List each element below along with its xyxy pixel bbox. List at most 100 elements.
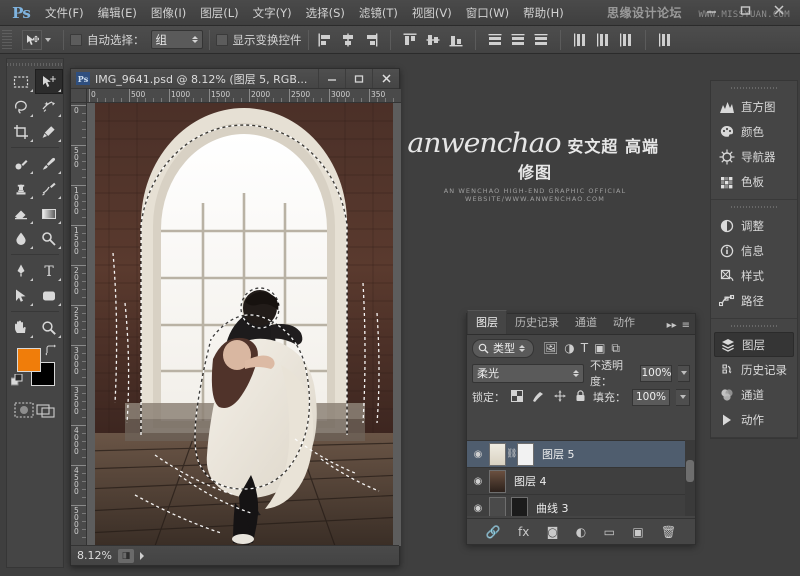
swap-colors-icon[interactable] bbox=[45, 344, 57, 359]
blur-tool[interactable] bbox=[7, 226, 35, 251]
lasso-tool[interactable] bbox=[7, 94, 35, 119]
new-layer-icon[interactable]: ▣ bbox=[632, 525, 643, 539]
menu-2[interactable]: 图像(I) bbox=[144, 1, 193, 25]
gradient-tool[interactable] bbox=[35, 201, 63, 226]
layer-thumbnail[interactable] bbox=[489, 470, 506, 493]
lock-image-icon[interactable] bbox=[532, 390, 545, 405]
adjustment-layer-icon[interactable]: ◐ bbox=[576, 525, 586, 539]
align-bottom-edges-button[interactable] bbox=[446, 30, 466, 50]
status-arrow-icon[interactable] bbox=[140, 552, 144, 560]
opacity-slider-arrow[interactable] bbox=[678, 365, 690, 382]
show-transform-checkbox[interactable] bbox=[216, 34, 228, 46]
filter-adjustment-icon[interactable]: ◑ bbox=[564, 341, 574, 355]
layer-mask-icon[interactable]: ◙ bbox=[547, 525, 559, 539]
brush-tool[interactable] bbox=[35, 151, 63, 176]
dock-group-grip[interactable] bbox=[711, 322, 797, 329]
quick-selection-tool[interactable] bbox=[35, 94, 63, 119]
zoom-level[interactable]: 8.12% bbox=[77, 549, 112, 562]
healing-brush-tool[interactable] bbox=[7, 151, 35, 176]
default-colors-icon[interactable] bbox=[11, 374, 24, 390]
distribute-right-button[interactable] bbox=[616, 30, 636, 50]
menu-8[interactable]: 窗口(W) bbox=[459, 1, 516, 25]
distribute-left-button[interactable] bbox=[570, 30, 590, 50]
dock-item-adjustments[interactable]: 调整 bbox=[711, 213, 797, 238]
opacity-value[interactable]: 100% bbox=[640, 365, 672, 382]
menu-7[interactable]: 视图(V) bbox=[405, 1, 459, 25]
distribute-bottom-button[interactable] bbox=[531, 30, 551, 50]
history-brush-tool[interactable] bbox=[35, 176, 63, 201]
tool-preset-picker[interactable] bbox=[16, 30, 57, 50]
blend-mode-dropdown[interactable]: 柔光 bbox=[472, 364, 584, 383]
dock-group-grip[interactable] bbox=[711, 203, 797, 210]
auto-select-checkbox[interactable] bbox=[70, 34, 82, 46]
layer-name[interactable]: 图层 4 bbox=[514, 473, 547, 489]
layer-visibility-icon[interactable]: ◉ bbox=[467, 449, 489, 460]
layer-row[interactable]: ◉⛓图层 5 bbox=[467, 441, 695, 468]
dock-item-navigator[interactable]: 导航器 bbox=[711, 144, 797, 169]
dock-item-color[interactable]: 颜色 bbox=[711, 119, 797, 144]
expand-panels-icon[interactable]: ▸▸ bbox=[667, 320, 677, 331]
layer-name[interactable]: 曲线 3 bbox=[536, 500, 569, 516]
layer-row[interactable]: ◉ 图层 4 bbox=[467, 468, 695, 495]
canvas-area[interactable] bbox=[87, 103, 401, 546]
hand-tool[interactable] bbox=[7, 315, 35, 340]
align-left-edges-button[interactable] bbox=[315, 30, 335, 50]
menu-1[interactable]: 编辑(E) bbox=[91, 1, 144, 25]
auto-align-layers-button[interactable] bbox=[655, 30, 675, 50]
layers-tab-2[interactable]: 通道 bbox=[567, 311, 605, 334]
dock-item-info[interactable]: 信息 bbox=[711, 238, 797, 263]
options-bar-grip[interactable] bbox=[2, 30, 12, 50]
eyedropper-tool[interactable] bbox=[35, 119, 63, 144]
tool-preset-caret[interactable] bbox=[45, 38, 51, 42]
lock-transparency-icon[interactable] bbox=[511, 390, 523, 405]
dock-group-grip[interactable] bbox=[711, 84, 797, 91]
screen-mode-icon[interactable] bbox=[35, 400, 57, 420]
dock-item-history[interactable]: 历史记录 bbox=[711, 357, 797, 382]
auto-select-dropdown[interactable]: 组 bbox=[151, 30, 203, 49]
status-menu-icon[interactable]: ◨ bbox=[118, 549, 134, 563]
menu-4[interactable]: 文字(Y) bbox=[246, 1, 299, 25]
pen-tool[interactable] bbox=[7, 258, 35, 283]
align-right-edges-button[interactable] bbox=[361, 30, 381, 50]
layers-tab-3[interactable]: 动作 bbox=[605, 311, 643, 334]
align-horizontal-centers-button[interactable] bbox=[338, 30, 358, 50]
distribute-top-button[interactable] bbox=[485, 30, 505, 50]
filter-shape-icon[interactable]: ▣ bbox=[594, 341, 605, 355]
dock-item-styles[interactable]: 样式 bbox=[711, 263, 797, 288]
layer-list-scrollbar[interactable] bbox=[685, 440, 695, 516]
fill-value[interactable]: 100% bbox=[632, 389, 670, 406]
align-vertical-centers-button[interactable] bbox=[423, 30, 443, 50]
layer-row[interactable]: ◉ 曲线 3 bbox=[467, 495, 695, 516]
path-selection-tool[interactable] bbox=[7, 283, 35, 308]
distribute-vertical-center-button[interactable] bbox=[508, 30, 528, 50]
document-image[interactable] bbox=[95, 103, 393, 546]
layer-mask-thumbnail[interactable] bbox=[517, 443, 534, 466]
close-button[interactable] bbox=[762, 0, 796, 20]
layer-list[interactable]: ◉⛓图层 5◉图层 4◉曲线 3 bbox=[467, 440, 695, 516]
new-group-icon[interactable]: ▭ bbox=[604, 525, 615, 539]
dock-item-channels[interactable]: 通道 bbox=[711, 382, 797, 407]
filter-pixel-icon[interactable]: 🖼 bbox=[543, 341, 558, 355]
menu-9[interactable]: 帮助(H) bbox=[516, 1, 571, 25]
move-tool[interactable] bbox=[35, 69, 63, 94]
dock-item-histogram[interactable]: 直方图 bbox=[711, 94, 797, 119]
clone-stamp-tool[interactable] bbox=[7, 176, 35, 201]
fill-slider-arrow[interactable] bbox=[676, 389, 690, 406]
menu-3[interactable]: 图层(L) bbox=[193, 1, 245, 25]
lock-position-icon[interactable] bbox=[554, 390, 566, 405]
lock-all-icon[interactable] bbox=[575, 390, 586, 405]
dock-item-swatches[interactable]: 色板 bbox=[711, 169, 797, 194]
dock-item-layers[interactable]: 图层 bbox=[714, 332, 794, 357]
layer-filter-dropdown[interactable]: 类型 bbox=[472, 339, 534, 358]
tools-panel-grip[interactable] bbox=[7, 59, 63, 69]
menu-5[interactable]: 选择(S) bbox=[299, 1, 352, 25]
layer-visibility-icon[interactable]: ◉ bbox=[467, 476, 489, 487]
document-minimize-button[interactable] bbox=[318, 69, 345, 88]
zoom-tool[interactable] bbox=[35, 315, 63, 340]
layer-visibility-icon[interactable]: ◉ bbox=[467, 503, 489, 514]
layer-thumbnail[interactable] bbox=[489, 497, 506, 517]
filter-smart-icon[interactable]: ⧉ bbox=[611, 341, 620, 356]
vertical-ruler[interactable]: 0500100015002000250030003500400045005000 bbox=[71, 103, 87, 546]
layer-style-icon[interactable]: fx bbox=[518, 525, 529, 539]
scrollbar-thumb[interactable] bbox=[686, 460, 694, 482]
